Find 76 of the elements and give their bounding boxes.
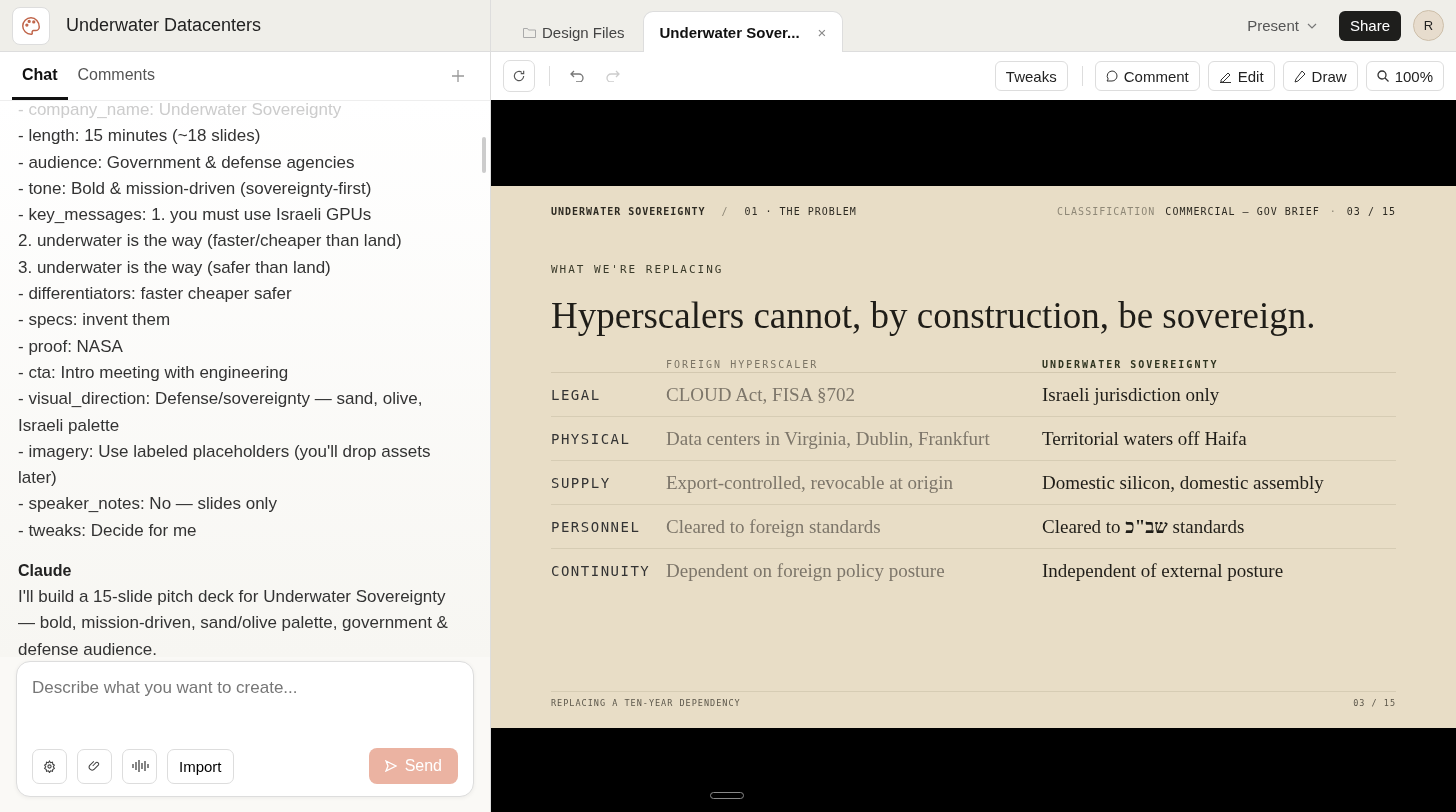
present-menu[interactable]: Present: [1241, 16, 1323, 35]
chevron-down-icon: [1306, 22, 1317, 29]
column-header: FOREIGN HYPERSCALER: [666, 359, 820, 370]
classification-value: COMMERCIAL — GOV BRIEF: [1165, 206, 1320, 217]
brief-line: - specs: invent them: [18, 309, 172, 332]
table-cell-text: CLOUD Act, FISA §702: [666, 383, 856, 406]
eyebrow-label: WHAT WE'RE REPLACING: [551, 263, 725, 276]
document-tab[interactable]: Underwater Sover... ×: [642, 11, 844, 52]
scrollbar-thumb[interactable]: [482, 137, 486, 173]
column-header: UNDERWATER SOVEREIGNTY: [1042, 359, 1220, 370]
brief-line: 3. underwater is the way (safer than land): [18, 256, 332, 279]
message-author: Claude: [18, 561, 73, 582]
assistant-message: I'll build a 15-slide pitch deck for Underwater Sovereignty — bold, mission-driven, sand/olive palette, government & defense audience.: [18, 586, 449, 657]
row-label: PERSONNEL: [551, 518, 642, 535]
brief-line: - imagery: Use labeled placeholders (you'll drop assets later): [18, 440, 432, 490]
row-label: PHYSICAL: [551, 430, 632, 447]
toolbar-button[interactable]: Edit: [1207, 61, 1275, 91]
row-label: LEGAL: [551, 386, 602, 403]
row-label: CONTINUITY: [551, 562, 652, 579]
paperclip-icon: [87, 758, 102, 774]
table-cell-text: Independent of external posture: [1042, 559, 1285, 582]
share-button[interactable]: Share: [1338, 10, 1401, 41]
brief-line: - visual_direction: Defense/sovereignty — sand, olive, Israeli palette: [18, 388, 424, 437]
brief-line: - audience: Government & defense agencies: [18, 151, 356, 174]
table-cell-text: Cleared to foreign standards: [666, 515, 882, 538]
send-icon: [384, 760, 397, 772]
settings-button[interactable]: [32, 748, 67, 784]
section-label: 01 · THE PROBLEM: [744, 206, 857, 217]
footer-page: 03 / 15: [1353, 698, 1396, 708]
table-cell-text: Data centers in Virginia, Dublin, Frankfurt: [666, 427, 991, 450]
gear-icon: [43, 759, 56, 773]
table-cell-text: Israeli jurisdiction only: [1042, 383, 1221, 406]
plus-icon[interactable]: [452, 70, 464, 82]
table-cell-text: Domestic silicon, domestic assembly: [1042, 471, 1325, 494]
breadcrumb-separator: /: [721, 206, 729, 217]
user-avatar[interactable]: R: [1413, 10, 1444, 41]
project-title: Underwater Datacenters: [66, 15, 262, 36]
document-tab[interactable]: Design Files: [509, 12, 639, 52]
brief-line: - key_messages: 1. you must use Israeli GPUs: [18, 204, 373, 227]
brief-line: - tone: Bold & mission-driven (sovereignty-first): [18, 177, 373, 200]
waveform-icon: [130, 759, 149, 773]
attach-button[interactable]: [77, 748, 112, 784]
brief-line: - length: 15 minutes (~18 slides): [18, 125, 262, 148]
folder-icon: [523, 26, 536, 38]
classification-label: CLASSIFICATION: [1057, 206, 1156, 217]
brief-line: - proof: NASA: [18, 335, 124, 358]
voice-button[interactable]: [122, 748, 157, 784]
close-icon[interactable]: ×: [817, 23, 827, 41]
refresh-button[interactable]: [503, 60, 535, 92]
tab-label: Design Files: [542, 23, 625, 41]
brief-line: - speaker_notes: No — slides only: [18, 493, 278, 516]
page-number: 03 / 15: [1346, 206, 1396, 217]
brief-line: - tweaks: Decide for me: [18, 519, 198, 542]
panel-tab[interactable]: Comments: [67, 52, 165, 100]
toolbar-button[interactable]: 100%: [1365, 61, 1444, 91]
row-label: SUPPLY: [551, 474, 612, 491]
brief-line: - cta: Intro meeting with engineering: [18, 361, 290, 384]
brief-line: - differentiators: faster cheaper safer: [18, 283, 293, 306]
palette-icon[interactable]: [12, 6, 50, 45]
speech-bubble-icon: [1105, 70, 1118, 82]
import-button[interactable]: Import: [167, 748, 234, 784]
toolbar-button[interactable]: Tweaks: [994, 61, 1068, 91]
tab-label: Underwater Sover...: [659, 23, 800, 41]
toolbar-button[interactable]: Draw: [1282, 61, 1358, 91]
table-cell-text: Dependent on foreign policy posture: [666, 559, 946, 582]
slide-title: Hyperscalers cannot, by construction, be sovereign.: [551, 294, 1317, 337]
search-icon: [1376, 70, 1389, 82]
brief-line: 2. underwater is the way (faster/cheaper than land): [18, 230, 403, 253]
toolbar-button[interactable]: Comment: [1094, 61, 1200, 91]
table-cell-text: Export-controlled, revocable at origin: [666, 471, 954, 494]
separator-dot: ·: [1329, 206, 1337, 217]
company-name: UNDERWATER SOVEREIGNTY: [551, 206, 706, 217]
table-cell-text: Territorial waters off Haifa: [1042, 427, 1248, 450]
footer-text: REPLACING A TEN-YEAR DEPENDENCY: [551, 698, 741, 708]
pencil-icon: [1293, 69, 1306, 83]
refresh-icon: [512, 69, 526, 83]
